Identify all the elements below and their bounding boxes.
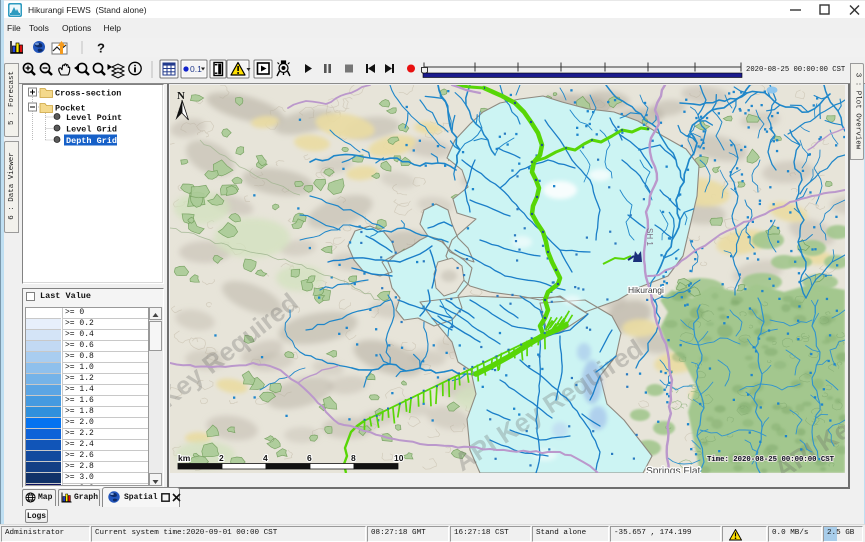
svg-text:N: N [177, 90, 185, 102]
svg-text:0.1: 0.1 [190, 64, 202, 74]
svg-text:Cross-section: Cross-section [55, 89, 121, 99]
svg-text:Level Grid: Level Grid [66, 125, 117, 135]
svg-text:8: 8 [351, 453, 356, 463]
svg-text:Level Point: Level Point [66, 113, 122, 123]
svg-text:Hikurangi: Hikurangi [628, 285, 664, 295]
svg-text:Pocket: Pocket [55, 104, 86, 114]
svg-text:Depth Grid: Depth Grid [66, 136, 117, 146]
svg-text:2020-08-25 00:00:00 CST: 2020-08-25 00:00:00 CST [746, 66, 846, 74]
svg-text:?: ? [97, 41, 105, 56]
svg-text:4: 4 [263, 453, 268, 463]
svg-text:6: 6 [307, 453, 312, 463]
svg-text:Springs Flat: Springs Flat [646, 466, 701, 473]
svg-text:Time: 2020-08-25 00:00:00 CST: Time: 2020-08-25 00:00:00 CST [707, 456, 835, 464]
svg-text:10: 10 [394, 453, 404, 463]
svg-text:km: km [178, 453, 191, 463]
svg-text:SH 1: SH 1 [645, 228, 654, 246]
svg-text:2: 2 [219, 453, 224, 463]
